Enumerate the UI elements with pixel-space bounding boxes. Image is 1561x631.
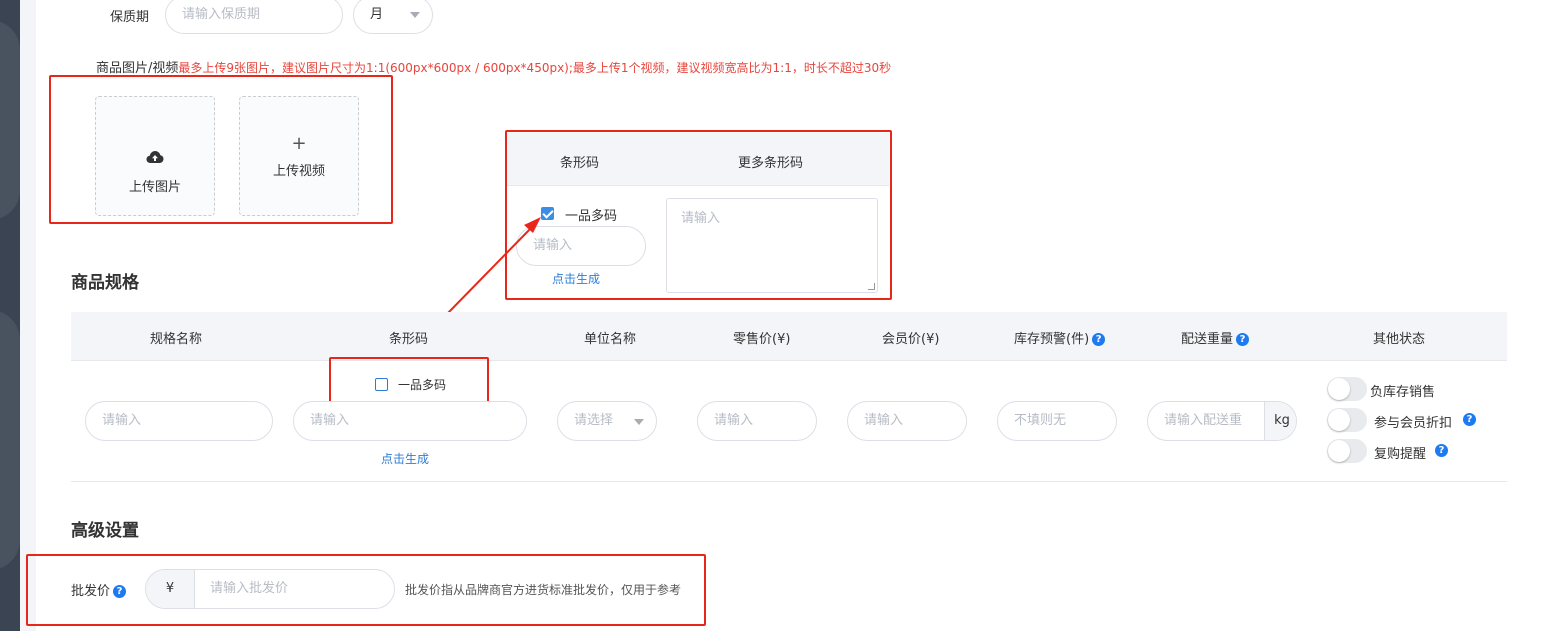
generate-barcode-link[interactable]: 点击生成	[381, 450, 429, 467]
retail-price-input[interactable]: 请输入	[697, 401, 817, 441]
toggle-member-discount-label: 参与会员折扣	[1374, 416, 1453, 431]
help-icon[interactable]: ?	[1435, 444, 1448, 457]
th-stock-alert-label: 库存预警(件)	[1014, 332, 1090, 347]
th-weight-label: 配送重量	[1181, 332, 1234, 347]
weight-input-group: 请输入配送重 kg	[1147, 401, 1297, 441]
annotation-box-multicode	[329, 357, 489, 403]
help-icon[interactable]: ?	[1092, 333, 1106, 346]
th-barcode: 条形码	[389, 332, 429, 347]
th-member-price: 会员价(¥)	[882, 332, 940, 347]
toggle-member-discount[interactable]	[1327, 408, 1367, 432]
annotation-box-wholesale	[26, 554, 706, 626]
toggle-repurchase-reminder[interactable]	[1327, 439, 1367, 463]
chevron-down-icon	[634, 419, 644, 425]
th-stock-alert: 库存预警(件)?	[1014, 328, 1106, 347]
advanced-section-title: 高级设置	[71, 521, 139, 541]
member-price-input[interactable]: 请输入	[847, 401, 967, 441]
barcode-input[interactable]: 请输入	[293, 401, 527, 441]
stock-alert-input[interactable]: 不填则无	[997, 401, 1117, 441]
toggle-negative-stock-label: 负库存销售	[1370, 385, 1436, 400]
th-retail-price: 零售价(¥)	[733, 332, 791, 347]
toggle-negative-stock[interactable]	[1327, 377, 1367, 401]
th-other-status: 其他状态	[1373, 332, 1426, 347]
toggle-repurchase-reminder-label: 复购提醒	[1374, 447, 1427, 462]
th-unit: 单位名称	[584, 332, 637, 347]
weight-unit-addon: kg	[1264, 402, 1296, 440]
help-icon[interactable]: ?	[1463, 413, 1476, 426]
help-icon[interactable]: ?	[1236, 333, 1250, 346]
th-spec-name: 规格名称	[150, 332, 203, 347]
row-divider	[71, 481, 1507, 482]
spec-name-input[interactable]: 请输入	[85, 401, 273, 441]
weight-input[interactable]: 请输入配送重	[1164, 413, 1242, 428]
th-weight: 配送重量?	[1181, 328, 1250, 347]
spec-section-title: 商品规格	[71, 273, 139, 293]
